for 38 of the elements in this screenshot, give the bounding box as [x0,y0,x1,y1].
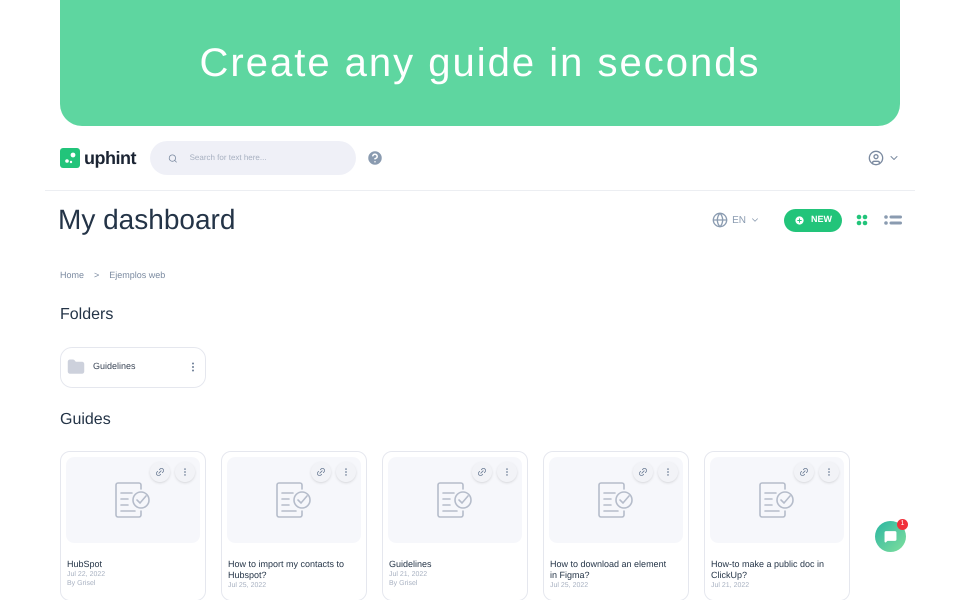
page-title: My dashboard [58,203,236,237]
link-button[interactable] [794,462,814,482]
search-field[interactable]: Search for text here... [150,141,356,175]
guide-title: How-to make a public doc in ClickUp? [711,558,826,580]
folder-name: Guidelines [93,360,136,374]
link-button[interactable] [311,462,331,482]
breadcrumb-link[interactable]: Ejemplos web [109,269,166,282]
chat-icon [884,530,897,543]
document-check-icon [597,480,635,518]
list-view-icon[interactable] [884,214,902,226]
guide-title: Guidelines [389,558,433,570]
chat-button[interactable] [875,521,906,552]
document-check-icon [436,480,474,518]
breadcrumb-link[interactable]: Home [60,269,84,282]
logo-text: uphint [84,146,136,170]
link-button[interactable] [472,462,492,482]
logo-icon [60,148,80,168]
plus-icon [794,214,805,226]
folder-icon [67,358,85,376]
search-icon [168,152,178,164]
document-check-icon [758,480,796,518]
document-check-icon [114,480,152,518]
globe-icon [712,212,728,228]
guide-title: How to download an element in Figma? [550,558,668,580]
guides-heading: Guides [59,410,112,430]
document-check-icon [275,480,313,518]
link-button[interactable] [150,462,170,482]
guide-title: How to import my contacts to Hubspot? [228,558,346,580]
grid-view-icon[interactable] [856,214,868,226]
folders-heading: Folders [59,304,114,324]
breadcrumb-separator: > [94,269,100,282]
search-input[interactable]: Search for text here... [190,152,338,164]
user-avatar-icon[interactable] [868,150,884,166]
help-icon[interactable] [366,149,384,167]
guide-title: HubSpot [67,558,104,570]
link-button[interactable] [633,462,653,482]
banner-title: Create any guide in seconds [200,40,760,87]
folder-card[interactable]: Guidelines [60,346,206,388]
